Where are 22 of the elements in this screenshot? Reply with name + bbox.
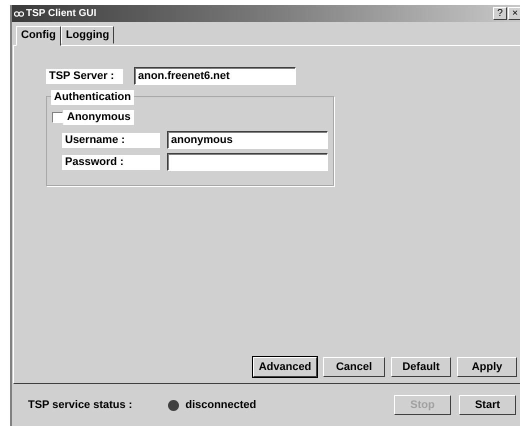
dialog-button[interactable]: Default [391, 357, 451, 377]
window-title: TSP Client GUI [26, 8, 96, 19]
dialog-button[interactable]: Advanced [253, 357, 317, 377]
tab[interactable]: Config [16, 26, 61, 46]
close-button[interactable]: × [508, 7, 520, 20]
anonymous-checkbox[interactable] [52, 112, 63, 123]
username-field[interactable]: anonymous [167, 131, 328, 149]
status-button[interactable]: Start [459, 395, 516, 415]
dialog-button[interactable]: Cancel [323, 357, 385, 377]
password-field[interactable] [167, 153, 328, 171]
group-legend: Authentication [51, 90, 134, 105]
field-label: Username : [62, 132, 160, 148]
help-button[interactable]: ? [493, 7, 507, 20]
server-field[interactable]: anon.freenet6.net [134, 67, 296, 85]
field-label: TSP Server : [46, 68, 123, 84]
checkbox-label[interactable]: Anonymous [63, 110, 134, 125]
dialog-button[interactable]: Apply [457, 357, 517, 377]
status-label: TSP service status : [28, 399, 132, 411]
tab[interactable]: Logging [60, 26, 114, 44]
status-text: disconnected [185, 399, 256, 411]
app-logo-icon [14, 10, 24, 18]
field-label: Password : [62, 154, 160, 170]
